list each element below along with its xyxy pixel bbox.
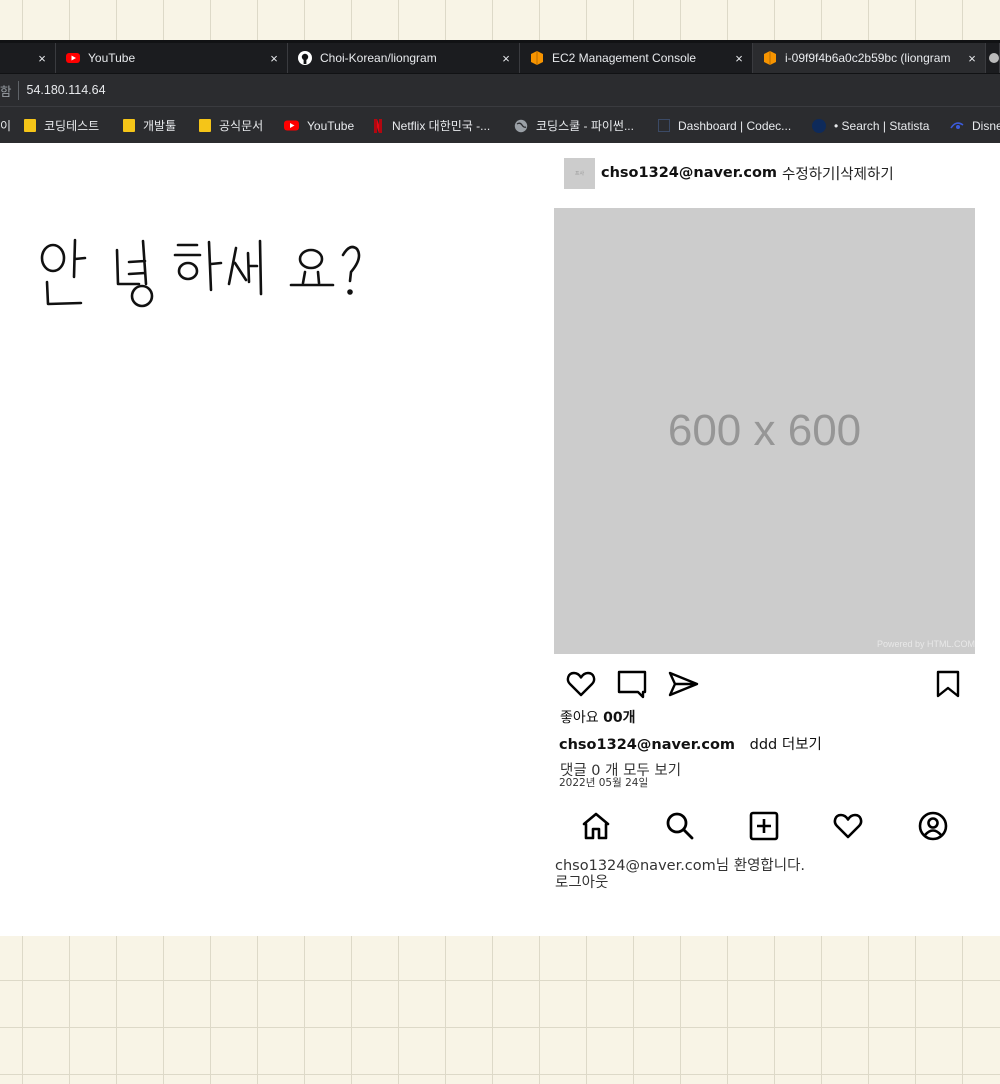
statista-icon: [812, 118, 826, 133]
tab-title: EC2 Management Console: [552, 51, 697, 65]
post-header: 프사 chso1324@naver.com 수정하기 | 삭제하기: [564, 157, 894, 189]
bookmark-label: 코딩스쿨 - 파이썬...: [536, 119, 634, 133]
bookmark-youtube[interactable]: YouTube: [284, 107, 354, 144]
folder-icon: [123, 119, 135, 132]
post-date: 2022년 05월 24일: [559, 777, 649, 789]
bookmark-disney[interactable]: Disne: [950, 107, 1000, 144]
tab-github[interactable]: Choi-Korean/liongram ×: [288, 43, 520, 73]
nav-new-post[interactable]: [748, 810, 780, 842]
bookmark-folder-coding-test[interactable]: 코딩테스트: [24, 107, 99, 144]
image-watermark: Powered by HTML.COM: [876, 639, 975, 649]
bookmark-label: Netflix 대한민국 -...: [392, 119, 491, 133]
address-bar[interactable]: 함 54.180.114.64: [0, 74, 1000, 106]
likes-value: 00개: [603, 710, 636, 726]
bookmark-label: Disne: [972, 118, 1000, 133]
bookmark-folder-official-docs[interactable]: 공식문서: [199, 107, 263, 144]
profile-icon: [918, 811, 948, 841]
bookmark-statista[interactable]: • Search | Statista: [812, 107, 929, 144]
add-post-icon: [749, 811, 779, 841]
more-link[interactable]: 더보기: [782, 737, 822, 753]
folder-icon: [24, 119, 36, 132]
bookmark-folder-dev-tools[interactable]: 개발툴: [123, 107, 176, 144]
disney-icon: [950, 119, 964, 132]
tab-title: YouTube: [88, 51, 136, 65]
home-icon: [582, 812, 610, 840]
tab-instance[interactable]: i-09f9f4b6a0c2b59bc (liongram ×: [753, 43, 986, 73]
bookmark-label: 개발툴: [143, 119, 177, 133]
caption-author[interactable]: chso1324@naver.com: [559, 737, 735, 753]
comment-icon: [617, 670, 647, 699]
bookmark-icon: [936, 670, 960, 698]
bookmark-codecov[interactable]: Dashboard | Codec...: [658, 107, 791, 144]
youtube-icon: [284, 119, 299, 132]
bookmark-label: YouTube: [307, 118, 355, 133]
github-icon: [298, 51, 312, 65]
bookmark-item[interactable]: 이: [0, 107, 11, 144]
image-placeholder-text: 600 x 600: [667, 406, 862, 455]
aws-icon: [530, 51, 544, 65]
folder-icon: [199, 119, 211, 132]
logout-link[interactable]: 로그아웃: [555, 875, 805, 892]
session-footer: chso1324@naver.com님 환영합니다. 로그아웃: [555, 858, 805, 892]
bookmark-button[interactable]: [932, 668, 964, 700]
url-text[interactable]: 54.180.114.64: [27, 83, 106, 97]
likes-label: 좋아요: [560, 710, 604, 726]
bookmark-label: 코딩테스트: [44, 119, 100, 133]
tab-icon: [989, 53, 999, 63]
bookmark-netflix[interactable]: Netflix 대한민국 -...: [372, 107, 490, 144]
close-tab-icon[interactable]: ×: [265, 51, 283, 66]
welcome-message: chso1324@naver.com님 환영합니다.: [555, 858, 806, 874]
close-tab-icon[interactable]: ×: [730, 51, 748, 66]
comment-button[interactable]: [616, 668, 648, 700]
globe-icon: [514, 119, 528, 133]
edit-post-link[interactable]: 수정하기: [782, 163, 835, 184]
tab-ec2[interactable]: EC2 Management Console ×: [520, 43, 753, 73]
search-icon: [666, 812, 694, 840]
heart-icon: [566, 671, 596, 697]
post-caption: chso1324@naver.com ddd 더보기: [559, 733, 822, 754]
tab-youtube[interactable]: YouTube ×: [56, 43, 288, 73]
likes-count: 좋아요 00개: [560, 707, 635, 727]
browser-chrome: × YouTube × Choi-Korean/liongram × EC2 M…: [0, 40, 1000, 144]
codecov-icon: [658, 119, 670, 132]
nav-home[interactable]: [580, 810, 612, 842]
tab-title: Choi-Korean/liongram: [320, 51, 437, 65]
like-button[interactable]: [565, 668, 597, 700]
close-tab-icon[interactable]: ×: [963, 51, 981, 66]
avatar-alt-text: 프사: [574, 170, 585, 177]
bookmark-label: 공식문서: [219, 119, 264, 133]
close-tab-icon[interactable]: ×: [33, 51, 51, 66]
post-author[interactable]: chso1324@naver.com: [601, 165, 777, 181]
activity-heart-icon: [833, 813, 863, 839]
youtube-icon: [66, 51, 80, 65]
aws-icon: [763, 51, 777, 65]
close-tab-icon[interactable]: ×: [497, 51, 515, 66]
bookmark-label: • Search | Statista: [834, 118, 930, 133]
tab-title: i-09f9f4b6a0c2b59bc (liongram: [785, 51, 951, 65]
nav-profile[interactable]: [917, 810, 949, 842]
tab-strip: × YouTube × Choi-Korean/liongram × EC2 M…: [0, 40, 1000, 74]
tab-next[interactable]: [986, 43, 1000, 73]
post-image[interactable]: 600 x 600 Powered by HTML.COM: [554, 208, 975, 654]
nav-search[interactable]: [664, 810, 696, 842]
handwritten-greeting: [35, 232, 375, 321]
send-icon: [668, 671, 699, 697]
netflix-icon: [372, 119, 384, 133]
author-avatar[interactable]: 프사: [564, 157, 595, 189]
bookmark-label: Dashboard | Codec...: [678, 118, 792, 133]
bookmarks-bar: 이 코딩테스트 개발툴 공식문서 YouTube Netflix 대한민국 -.…: [0, 106, 1000, 144]
site-security-indicator[interactable]: 함: [0, 80, 19, 100]
nav-activity[interactable]: [832, 810, 864, 842]
bookmark-label: 이: [0, 119, 12, 133]
share-button[interactable]: [667, 668, 699, 700]
bookmark-coding-school[interactable]: 코딩스쿨 - 파이썬...: [514, 107, 634, 144]
caption-text: ddd: [749, 737, 778, 753]
tab-first[interactable]: ×: [0, 43, 56, 73]
delete-post-link[interactable]: 삭제하기: [840, 163, 893, 184]
